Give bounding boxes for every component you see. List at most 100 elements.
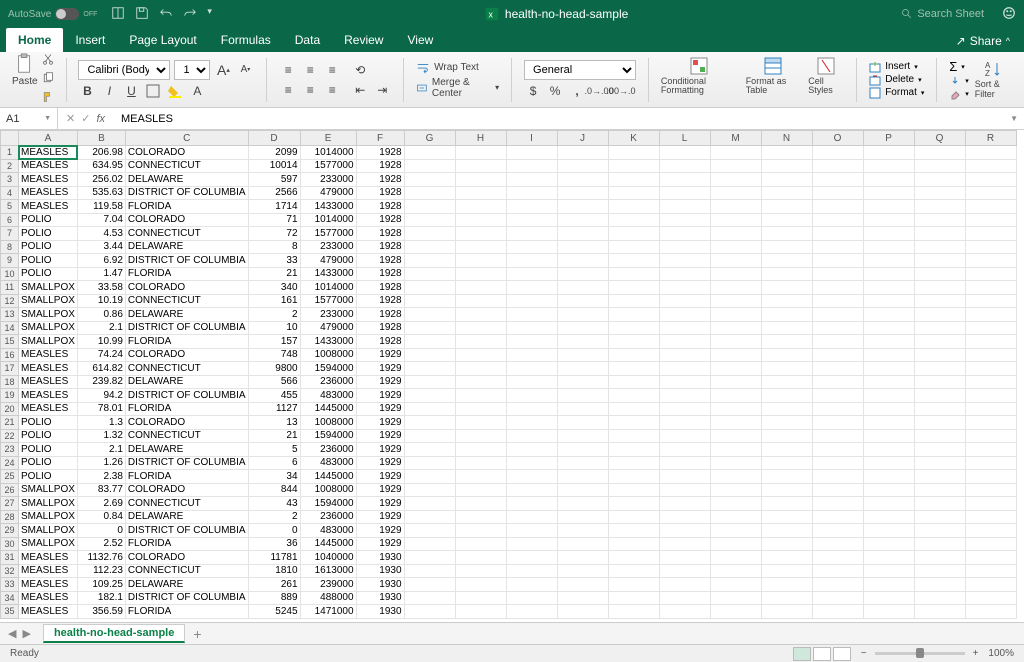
col-header[interactable]: P [863,131,914,146]
cell[interactable] [506,537,557,551]
cell[interactable]: 1445000 [300,402,356,416]
cell[interactable]: 455 [248,389,300,403]
cell[interactable]: CONNECTICUT [125,227,248,241]
cell[interactable] [608,348,659,362]
cell[interactable] [659,591,710,605]
row-header[interactable]: 23 [1,443,19,457]
cell[interactable] [455,389,506,403]
cell[interactable]: 112.23 [77,564,125,578]
cell[interactable] [965,267,1016,281]
cell[interactable] [455,537,506,551]
cell[interactable] [455,605,506,619]
cell[interactable] [455,456,506,470]
cell[interactable] [812,389,863,403]
cell[interactable] [914,335,965,349]
cell[interactable] [557,537,608,551]
cell[interactable] [506,402,557,416]
cell[interactable] [404,348,455,362]
cell[interactable]: 566 [248,375,300,389]
cell[interactable] [506,578,557,592]
row-header[interactable]: 14 [1,321,19,335]
cell[interactable] [404,213,455,227]
cell[interactable]: DELAWARE [125,443,248,457]
cell[interactable]: 488000 [300,591,356,605]
currency-icon[interactable]: $ [524,82,542,100]
cell[interactable]: POLIO [19,267,78,281]
cell[interactable] [608,335,659,349]
cell[interactable]: 1929 [356,443,404,457]
cell[interactable] [710,524,761,538]
cell[interactable] [812,524,863,538]
cell[interactable] [965,564,1016,578]
cell[interactable] [761,591,812,605]
cell[interactable]: 483000 [300,389,356,403]
cell[interactable] [710,429,761,443]
cell[interactable] [608,146,659,160]
cell[interactable]: SMALLPOX [19,537,78,551]
cell[interactable] [965,497,1016,511]
save-icon[interactable] [135,6,149,23]
cell[interactable] [608,456,659,470]
enter-formula-icon[interactable]: ✓ [81,112,90,125]
orientation-icon[interactable]: ⟲ [351,61,369,79]
cell[interactable]: 1008000 [300,416,356,430]
cell[interactable] [812,402,863,416]
cell[interactable] [710,308,761,322]
cell[interactable]: COLORADO [125,416,248,430]
cell[interactable] [812,375,863,389]
cell[interactable] [455,159,506,173]
row-header[interactable]: 20 [1,402,19,416]
cell[interactable] [608,483,659,497]
cell[interactable] [404,456,455,470]
cell[interactable]: 3.44 [77,240,125,254]
cell[interactable]: POLIO [19,456,78,470]
cell[interactable]: 1928 [356,335,404,349]
cell[interactable] [404,267,455,281]
cell[interactable]: DISTRICT OF COLUMBIA [125,456,248,470]
row-header[interactable]: 34 [1,591,19,605]
cell[interactable]: 4.53 [77,227,125,241]
cell[interactable] [863,551,914,565]
font-size-select[interactable]: 12 [174,60,210,80]
cell[interactable] [557,483,608,497]
cell[interactable] [404,173,455,187]
cell[interactable] [557,186,608,200]
cell[interactable]: MEASLES [19,362,78,376]
cell[interactable] [455,510,506,524]
cell[interactable] [965,416,1016,430]
cell[interactable] [761,173,812,187]
cell[interactable] [659,375,710,389]
row-header[interactable]: 4 [1,186,19,200]
cell[interactable] [914,470,965,484]
cell[interactable]: MEASLES [19,186,78,200]
cell[interactable] [506,294,557,308]
cell[interactable] [710,362,761,376]
cell[interactable] [404,578,455,592]
cell[interactable] [404,483,455,497]
cell[interactable] [863,213,914,227]
cell[interactable] [812,564,863,578]
col-header[interactable]: A [19,131,78,146]
merge-center-button[interactable]: Merge & Center▾ [416,77,499,99]
cell[interactable]: MEASLES [19,348,78,362]
cell[interactable]: SMALLPOX [19,281,78,295]
cell[interactable]: CONNECTICUT [125,294,248,308]
cell[interactable] [863,348,914,362]
cell[interactable] [863,524,914,538]
cell[interactable] [914,429,965,443]
col-header[interactable]: N [761,131,812,146]
cell[interactable] [965,524,1016,538]
col-header[interactable]: F [356,131,404,146]
cell[interactable] [659,456,710,470]
cell[interactable]: 33.58 [77,281,125,295]
col-header[interactable]: J [557,131,608,146]
cell[interactable] [608,578,659,592]
cell[interactable] [965,254,1016,268]
cell[interactable] [506,429,557,443]
cell[interactable]: DISTRICT OF COLUMBIA [125,389,248,403]
name-box[interactable]: A1▼ [0,108,58,129]
cell[interactable] [557,227,608,241]
row-header[interactable]: 21 [1,416,19,430]
cell[interactable] [455,294,506,308]
cell[interactable] [812,362,863,376]
